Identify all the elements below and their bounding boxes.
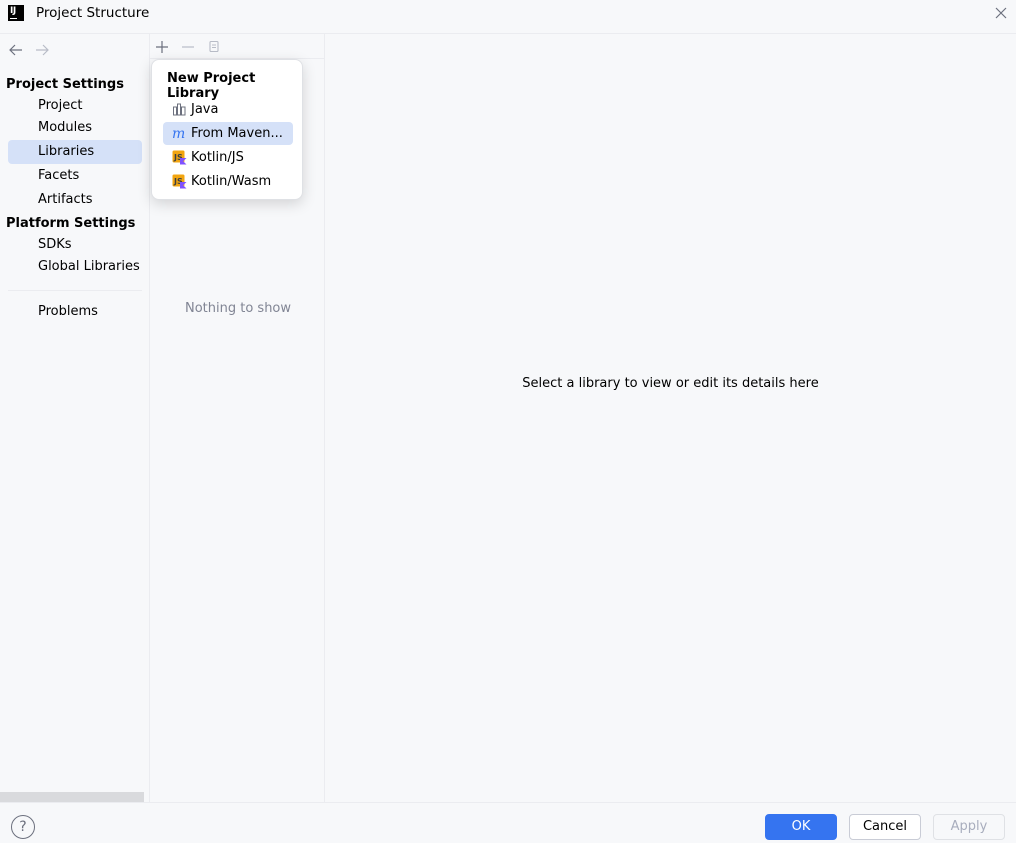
popup-title: New Project Library bbox=[167, 71, 256, 101]
cancel-button[interactable]: Cancel bbox=[849, 814, 921, 840]
empty-state-text: Nothing to show bbox=[184, 301, 292, 316]
new-project-library-popup: New Project Library Java m From Maven...… bbox=[151, 59, 303, 200]
project-settings-heading: Project Settings bbox=[6, 77, 124, 92]
ok-button[interactable]: OK bbox=[765, 814, 837, 840]
details-placeholder: Select a library to view or edit its det… bbox=[522, 376, 819, 391]
libraries-divider bbox=[324, 34, 325, 802]
library-icon bbox=[172, 102, 187, 117]
popup-item-kotlin-wasm[interactable]: JS Kotlin/Wasm bbox=[163, 170, 293, 193]
popup-item-from-maven[interactable]: m From Maven... bbox=[163, 122, 293, 145]
remove-icon[interactable] bbox=[179, 38, 197, 56]
sidebar-item-global-libraries[interactable]: Global Libraries bbox=[8, 255, 142, 279]
add-icon[interactable] bbox=[153, 38, 171, 56]
window-title: Project Structure bbox=[36, 5, 150, 21]
sidebar-item-project[interactable]: Project bbox=[8, 94, 142, 118]
svg-text:m: m bbox=[172, 126, 185, 141]
dialog-footer: ? OK Cancel Apply bbox=[0, 802, 1016, 843]
close-icon[interactable] bbox=[992, 4, 1010, 22]
sidebar-scrollbar[interactable] bbox=[0, 792, 144, 802]
settings-sidebar: Project Settings Project Modules Librari… bbox=[0, 34, 149, 802]
copy-icon[interactable] bbox=[205, 38, 223, 56]
sidebar-separator bbox=[8, 290, 142, 291]
apply-button[interactable]: Apply bbox=[933, 814, 1005, 840]
popup-item-kotlin-js[interactable]: JS Kotlin/JS bbox=[163, 146, 293, 169]
sidebar-item-modules[interactable]: Modules bbox=[8, 116, 142, 140]
kotlin-js-icon: JS bbox=[172, 150, 187, 165]
popup-item-java[interactable]: Java bbox=[163, 98, 293, 121]
help-button[interactable]: ? bbox=[11, 815, 35, 839]
title-bar: IJ Project Structure bbox=[0, 0, 1016, 34]
kotlin-wasm-icon: JS bbox=[172, 174, 187, 189]
maven-icon: m bbox=[172, 126, 187, 142]
sidebar-item-artifacts[interactable]: Artifacts bbox=[8, 188, 142, 212]
sidebar-item-libraries[interactable]: Libraries bbox=[8, 140, 142, 164]
intellij-logo-icon: IJ bbox=[8, 5, 24, 21]
libraries-toolbar bbox=[150, 34, 324, 59]
platform-settings-heading: Platform Settings bbox=[6, 216, 136, 231]
sidebar-item-facets[interactable]: Facets bbox=[8, 164, 142, 188]
sidebar-item-problems[interactable]: Problems bbox=[8, 300, 142, 324]
sidebar-item-sdks[interactable]: SDKs bbox=[8, 233, 142, 257]
